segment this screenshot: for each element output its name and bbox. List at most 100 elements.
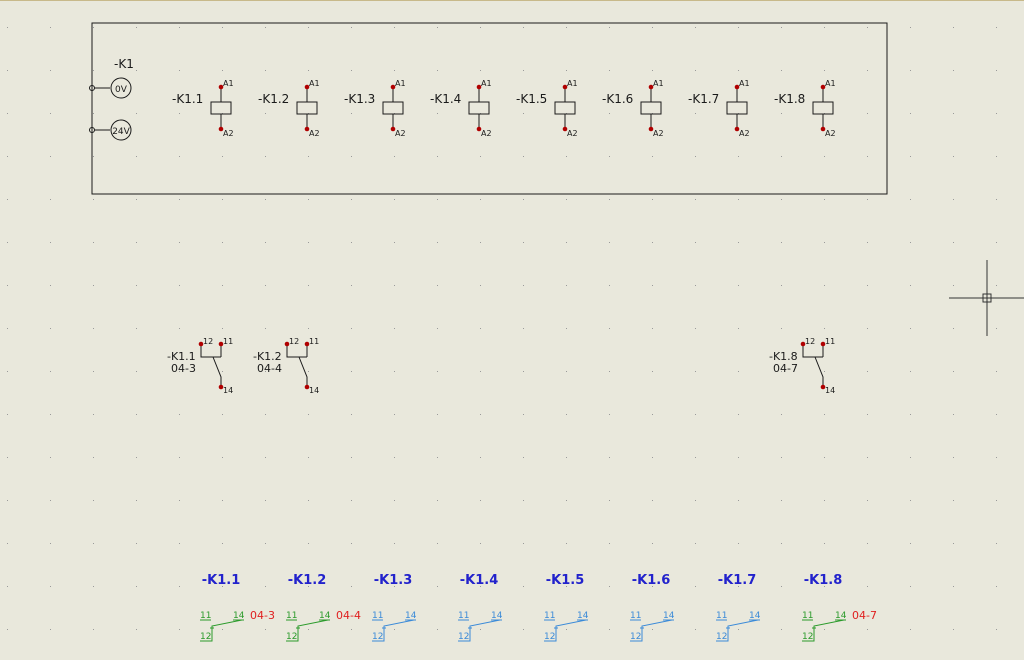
grid-dot <box>265 285 266 286</box>
grid-dot <box>136 242 137 243</box>
grid-dot <box>93 27 94 28</box>
grid-dot <box>308 629 309 630</box>
pin-label: A1 <box>653 79 664 88</box>
pin-label: A1 <box>223 79 234 88</box>
cross-ref-page[interactable]: 04-3 <box>250 609 275 622</box>
cross-ref-4[interactable]: -K1.411 1412 <box>458 573 503 642</box>
cross-ref-page[interactable]: 04-7 <box>852 609 877 622</box>
coil-2[interactable]: -K1.2 A1 A2 <box>258 79 320 138</box>
grid-dot <box>50 27 51 28</box>
grid-dot <box>609 328 610 329</box>
cross-ref-2[interactable]: -K1.211 141204-4 <box>286 573 361 642</box>
grid-dot <box>652 371 653 372</box>
coil-3[interactable]: -K1.3 A1 A2 <box>344 79 406 138</box>
pin-label: A2 <box>309 129 320 138</box>
grid-dot <box>781 156 782 157</box>
grid-dot <box>867 371 868 372</box>
contact-k1.8[interactable]: -K1.804-712 1114 <box>769 337 835 395</box>
grid-dot <box>738 414 739 415</box>
grid-dot <box>566 414 567 415</box>
grid-dot <box>910 70 911 71</box>
contact-k1.1[interactable]: -K1.104-312 1114 <box>167 337 233 395</box>
grid-dot <box>738 285 739 286</box>
coil-8[interactable]: -K1.8 A1 A2 <box>774 79 836 138</box>
grid-dot <box>480 70 481 71</box>
grid-dot <box>523 414 524 415</box>
grid-dot <box>136 70 137 71</box>
grid-dot <box>179 285 180 286</box>
cross-ref-6[interactable]: -K1.611 1412 <box>630 573 675 642</box>
coil-5[interactable]: -K1.5 A1 A2 <box>516 79 578 138</box>
grid-dot <box>609 199 610 200</box>
cross-ref-5[interactable]: -K1.511 1412 <box>544 573 589 642</box>
grid-dot <box>695 414 696 415</box>
pin-label: 14 <box>825 386 835 395</box>
grid-dot <box>437 457 438 458</box>
grid-dot <box>222 70 223 71</box>
grid-dot <box>996 70 997 71</box>
grid-dot <box>953 27 954 28</box>
grid-dot <box>437 156 438 157</box>
grid-dot <box>136 500 137 501</box>
grid-dot <box>523 27 524 28</box>
grid-dot <box>437 285 438 286</box>
grid-dot <box>867 113 868 114</box>
grid-dot <box>910 156 911 157</box>
grid-dot <box>265 629 266 630</box>
crosshair-cursor <box>949 260 1024 336</box>
coil-6[interactable]: -K1.6 A1 A2 <box>602 79 664 138</box>
grid-dot <box>953 285 954 286</box>
grid-dot <box>738 500 739 501</box>
grid-dot <box>394 629 395 630</box>
coil-4[interactable]: -K1.4 A1 A2 <box>430 79 492 138</box>
grid-dot <box>781 285 782 286</box>
grid-dot <box>480 629 481 630</box>
cross-ref-7[interactable]: -K1.711 1412 <box>716 573 761 642</box>
grid-dot <box>93 414 94 415</box>
grid-dot <box>523 543 524 544</box>
cross-ref-8[interactable]: -K1.811 141204-7 <box>802 573 877 642</box>
grid-dot <box>566 457 567 458</box>
cross-ref-tag: -K1.7 <box>718 573 757 588</box>
grid-dot <box>996 113 997 114</box>
grid-dot <box>50 328 51 329</box>
grid-dot <box>609 285 610 286</box>
grid-dot <box>50 371 51 372</box>
grid-dot <box>652 70 653 71</box>
grid-dot <box>308 543 309 544</box>
grid-dot <box>93 629 94 630</box>
cross-ref-1[interactable]: -K1.111 141204-3 <box>200 573 275 642</box>
grid-dot <box>480 543 481 544</box>
cross-ref-3[interactable]: -K1.311 1412 <box>372 573 417 642</box>
cross-ref-page[interactable]: 04-4 <box>336 609 361 622</box>
grid-dot <box>265 199 266 200</box>
grid-dot <box>652 543 653 544</box>
pin-label: 12 <box>203 337 213 346</box>
schematic-canvas[interactable]: -K1 0V 24V -K1.1A1A2-K1.2A1A2-K1.3A1A2-K… <box>0 0 1024 660</box>
grid-dot <box>781 199 782 200</box>
pin-label: A1 <box>309 79 320 88</box>
grid-dot <box>781 414 782 415</box>
grid-dot <box>308 285 309 286</box>
grid-dot <box>910 242 911 243</box>
grid-dot <box>179 242 180 243</box>
grid-dot <box>781 500 782 501</box>
pin-label: 11 <box>223 337 233 346</box>
terminal-24v[interactable]: 24V <box>89 119 132 141</box>
grid-dot <box>437 70 438 71</box>
grid-dot <box>50 500 51 501</box>
grid-dot <box>394 414 395 415</box>
grid-dot <box>867 27 868 28</box>
contact-ref: 04-4 <box>257 362 282 375</box>
coil-1[interactable]: -K1.1 A1 A2 <box>172 79 234 138</box>
terminal-0v[interactable]: 0V <box>89 77 132 99</box>
contact-k1.2[interactable]: -K1.204-412 1114 <box>253 337 319 395</box>
grid-dot <box>394 156 395 157</box>
grid-dot <box>437 27 438 28</box>
grid-dot <box>996 199 997 200</box>
grid-dot <box>222 328 223 329</box>
coil-7[interactable]: -K1.7 A1 A2 <box>688 79 750 138</box>
changeover-contact-icon <box>200 344 222 387</box>
grid-dot <box>996 285 997 286</box>
coil-row: -K1.1A1A2-K1.2A1A2-K1.3A1A2-K1.4A1A2-K1.… <box>172 79 836 138</box>
